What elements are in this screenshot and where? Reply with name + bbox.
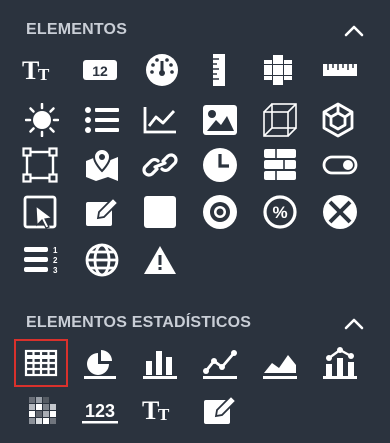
- section-header-estadisticos: ELEMENTOS ESTADÍSTICOS: [26, 311, 366, 335]
- toggle-icon[interactable]: [318, 145, 362, 185]
- link-icon[interactable]: [138, 145, 182, 185]
- map-pin-icon[interactable]: [80, 145, 124, 185]
- svg-text:1: 1: [53, 246, 58, 255]
- cells-icon[interactable]: [256, 50, 300, 90]
- cube-3d-icon[interactable]: [316, 100, 360, 140]
- table-icon[interactable]: [14, 339, 68, 387]
- svg-text:T: T: [38, 65, 50, 84]
- ruler-horizontal-icon[interactable]: [318, 50, 362, 90]
- area-chart-icon[interactable]: [258, 343, 302, 383]
- line-chart-icon[interactable]: [138, 100, 182, 140]
- svg-text:T: T: [22, 56, 39, 85]
- svg-text:%: %: [272, 203, 287, 222]
- percent-icon[interactable]: %: [258, 192, 302, 232]
- svg-text:T: T: [142, 396, 159, 425]
- chevron-up-icon[interactable]: [342, 18, 366, 42]
- svg-text:2: 2: [53, 256, 58, 265]
- number-text-icon[interactable]: 123: [78, 390, 122, 430]
- text-icon[interactable]: T T: [18, 50, 62, 90]
- heatmap-icon[interactable]: [20, 390, 64, 430]
- ruler-vertical-icon[interactable]: [197, 50, 241, 90]
- globe-icon[interactable]: [80, 240, 124, 280]
- svg-text:T: T: [158, 405, 170, 424]
- svg-text:123: 123: [85, 401, 115, 421]
- bar-line-chart-icon[interactable]: [318, 343, 362, 383]
- bar-chart-icon[interactable]: [138, 343, 182, 383]
- line-chart-points-icon[interactable]: [198, 343, 242, 383]
- section-title: ELEMENTOS ESTADÍSTICOS: [26, 314, 252, 331]
- warning-icon[interactable]: [138, 240, 182, 280]
- cursor-frame-icon[interactable]: [18, 192, 62, 232]
- pie-chart-icon[interactable]: [78, 343, 122, 383]
- cube-wireframe-icon[interactable]: [258, 100, 302, 140]
- svg-text:12: 12: [92, 63, 108, 79]
- clock-icon[interactable]: [198, 145, 242, 185]
- database-icon[interactable]: [258, 145, 302, 185]
- close-circle-icon[interactable]: [318, 192, 362, 232]
- square-icon[interactable]: [138, 192, 182, 232]
- sun-icon[interactable]: [20, 100, 64, 140]
- svg-text:3: 3: [53, 266, 58, 275]
- ordered-list-icon[interactable]: 1 2 3: [20, 240, 64, 280]
- section-header-elementos: ELEMENTOS: [26, 18, 366, 42]
- edit-stat-icon[interactable]: [198, 390, 242, 430]
- camera-icon[interactable]: [198, 192, 242, 232]
- number-badge-icon[interactable]: 12: [78, 50, 122, 90]
- list-icon[interactable]: [80, 100, 124, 140]
- chevron-up-icon[interactable]: [342, 311, 366, 335]
- edit-icon[interactable]: [80, 192, 124, 232]
- section-title: ELEMENTOS: [26, 21, 128, 38]
- gauge-icon[interactable]: [140, 50, 184, 90]
- image-icon[interactable]: [198, 100, 242, 140]
- text-stat-icon[interactable]: T T: [138, 390, 182, 430]
- bounding-box-icon[interactable]: [18, 145, 62, 185]
